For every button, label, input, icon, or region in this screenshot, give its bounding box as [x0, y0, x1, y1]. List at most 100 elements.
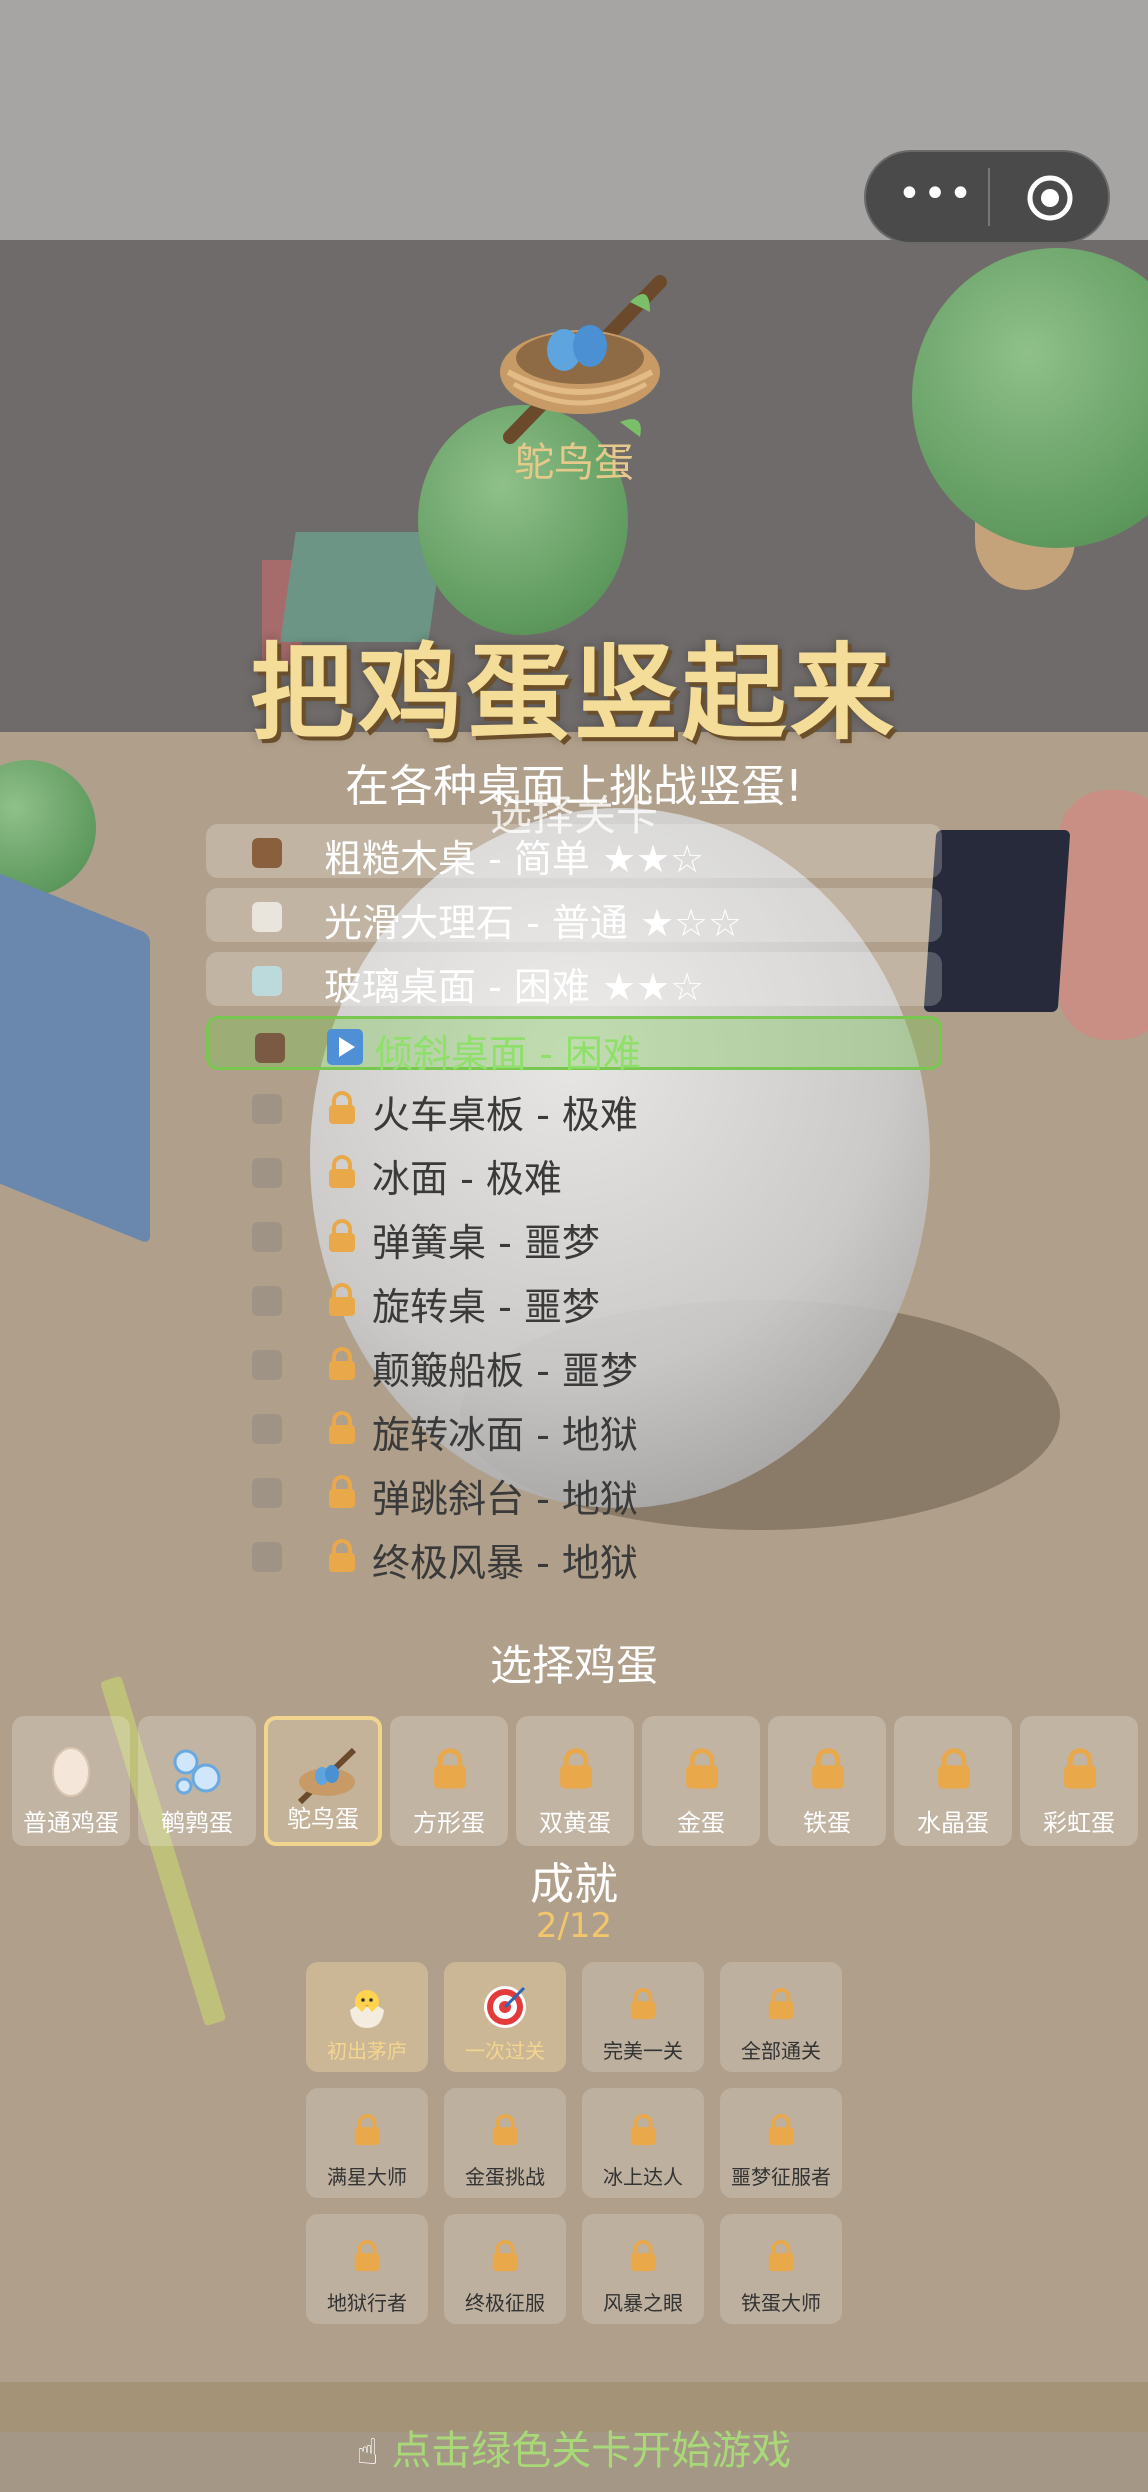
lock-icon: [488, 2110, 522, 2150]
lock-icon: [764, 2236, 798, 2276]
level-item: 火车桌板 - 极难: [206, 1080, 942, 1137]
nest-icon: [292, 1744, 362, 1806]
lock-icon: [764, 2110, 798, 2150]
achievement-label: 地狱行者: [327, 2291, 407, 2315]
level-item: 冰面 - 极难: [206, 1144, 942, 1201]
level-item[interactable]: 光滑大理石 - 普通 ★☆☆: [206, 888, 942, 945]
achievement-badge: 地狱行者: [306, 2214, 428, 2324]
lock-icon: [806, 1744, 850, 1794]
lock-icon: [932, 1744, 976, 1794]
egg-icon: [36, 1740, 106, 1802]
lock-icon: [350, 2110, 384, 2150]
lock-icon: [680, 1744, 724, 1794]
level-color-swatch: [252, 838, 282, 868]
play-icon: [327, 1029, 363, 1065]
achievement-badge: 全部通关: [720, 1962, 842, 2072]
achievement-label: 噩梦征服者: [731, 2165, 831, 2189]
lock-icon: [428, 1744, 472, 1794]
level-color-swatch: [252, 1222, 282, 1252]
level-color-swatch: [252, 1286, 282, 1316]
achievement-badge: 终极征服: [444, 2214, 566, 2324]
lock-icon: [324, 1090, 360, 1126]
egg-label: 鸵鸟蛋: [287, 1805, 359, 1833]
egg-option[interactable]: 鹌鹑蛋: [138, 1716, 256, 1846]
level-label: 粗糙木桌 - 简单 ★★☆: [324, 837, 705, 881]
lock-icon: [626, 2110, 660, 2150]
egg-option[interactable]: 双黄蛋: [516, 1716, 634, 1846]
achievement-badge: 初出茅庐: [306, 1962, 428, 2072]
achievements-title: 成就: [530, 1859, 618, 1910]
hatching-chick-icon: [342, 1982, 392, 2032]
egg-label: 铁蛋: [803, 1809, 851, 1837]
bubbles-icon: [162, 1740, 232, 1802]
level-label: 玻璃桌面 - 困难 ★★☆: [324, 965, 705, 1009]
egg-option[interactable]: 方形蛋: [390, 1716, 508, 1846]
level-label: 冰面 - 极难: [372, 1157, 562, 1201]
egg-option[interactable]: 铁蛋: [768, 1716, 886, 1846]
level-item[interactable]: 玻璃桌面 - 困难 ★★☆: [206, 952, 942, 1009]
achievement-label: 铁蛋大师: [741, 2291, 821, 2315]
egg-label: 方形蛋: [413, 1809, 485, 1837]
achievement-label: 全部通关: [741, 2039, 821, 2063]
lock-icon: [324, 1410, 360, 1446]
egg-option[interactable]: 水晶蛋: [894, 1716, 1012, 1846]
egg-label: 金蛋: [677, 1809, 725, 1837]
level-color-swatch: [252, 1414, 282, 1444]
level-color-swatch: [252, 1094, 282, 1124]
achievement-badge: 金蛋挑战: [444, 2088, 566, 2198]
level-color-swatch: [252, 1542, 282, 1572]
lock-icon: [324, 1154, 360, 1190]
achievement-badge: 风暴之眼: [582, 2214, 704, 2324]
start-hint-text: 点击绿色关卡开始游戏: [391, 2428, 792, 2474]
level-label: 旋转冰面 - 地狱: [372, 1413, 638, 1457]
level-color-swatch: [252, 902, 282, 932]
egg-label: 普通鸡蛋: [23, 1809, 119, 1837]
level-item[interactable]: 倾斜桌面 - 困难: [206, 1016, 942, 1076]
lock-icon: [764, 1984, 798, 2024]
level-item: 颠簸船板 - 噩梦: [206, 1336, 942, 1393]
level-label: 终极风暴 - 地狱: [372, 1541, 638, 1585]
game-title: 把鸡蛋竖起来: [249, 632, 898, 754]
lock-icon: [626, 2236, 660, 2276]
achievement-label: 终极征服: [465, 2291, 545, 2315]
capsule-divider: [988, 168, 990, 226]
egg-label: 水晶蛋: [917, 1809, 989, 1837]
level-item: 弹簧桌 - 噩梦: [206, 1208, 942, 1265]
level-item: 旋转桌 - 噩梦: [206, 1272, 942, 1329]
egg-option[interactable]: 彩虹蛋: [1020, 1716, 1138, 1846]
more-dots-icon[interactable]: •••: [896, 174, 976, 220]
level-label: 颠簸船板 - 噩梦: [372, 1349, 638, 1393]
lock-icon: [1058, 1744, 1102, 1794]
miniprogram-capsule: •••: [864, 150, 1110, 244]
level-item: 终极风暴 - 地狱: [206, 1528, 942, 1585]
level-item[interactable]: 粗糙木桌 - 简单 ★★☆: [206, 824, 942, 881]
level-color-swatch: [255, 1033, 285, 1063]
egg-label: 鹌鹑蛋: [161, 1809, 233, 1837]
egg-option[interactable]: 普通鸡蛋: [12, 1716, 130, 1846]
lock-icon: [488, 2236, 522, 2276]
level-item: 弹跳斜台 - 地狱: [206, 1464, 942, 1521]
level-color-swatch: [252, 1158, 282, 1188]
achievement-label: 完美一关: [603, 2039, 683, 2063]
level-color-swatch: [252, 1478, 282, 1508]
lock-icon: [350, 2236, 384, 2276]
egg-section-title: 选择鸡蛋: [489, 1641, 658, 1690]
lock-icon: [324, 1282, 360, 1318]
bullseye-icon: [480, 1982, 530, 2032]
egg-option[interactable]: 鸵鸟蛋: [264, 1716, 382, 1846]
navy-block: [923, 830, 1071, 1012]
level-color-swatch: [252, 966, 282, 996]
lock-icon: [324, 1218, 360, 1254]
achievement-badge: 一次过关: [444, 1962, 566, 2072]
achievement-badge: 噩梦征服者: [720, 2088, 842, 2198]
lock-icon: [626, 1984, 660, 2024]
target-circle-icon[interactable]: [1026, 174, 1074, 222]
start-hint: ☝ 点击绿色关卡开始游戏: [0, 2418, 1148, 2476]
nest-icon: [500, 275, 667, 444]
level-label: 光滑大理石 - 普通 ★☆☆: [324, 901, 743, 945]
level-item: 旋转冰面 - 地狱: [206, 1400, 942, 1457]
achievement-label: 一次过关: [465, 2039, 545, 2063]
egg-option[interactable]: 金蛋: [642, 1716, 760, 1846]
achievement-label: 冰上达人: [603, 2165, 683, 2189]
egg-label: 双黄蛋: [539, 1809, 611, 1837]
